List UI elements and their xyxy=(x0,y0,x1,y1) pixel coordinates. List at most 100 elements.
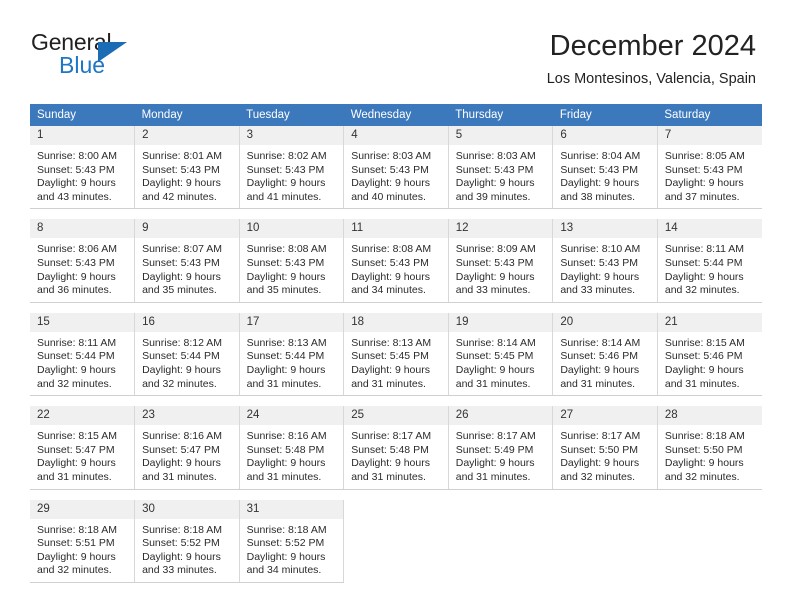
day-cell[interactable]: 15 Sunrise: 8:11 AM Sunset: 5:44 PM Dayligh… xyxy=(30,312,136,397)
day-cell[interactable]: 9 Sunrise: 8:07 AM Sunset: 5:43 PM Daylight… xyxy=(134,219,240,303)
sunset-text: Sunset: 5:44 PM xyxy=(664,256,743,269)
sunset-text: Sunset: 5:44 PM xyxy=(246,350,325,363)
day-cell[interactable]: 2 Sunrise: 8:01 AM Sunset: 5:43 PM Daylight… xyxy=(134,126,240,210)
day-cell[interactable]: 7 Sunrise: 8:05 AM Sunset: 5:43 PM Daylight… xyxy=(656,126,762,210)
sunset-text: Sunset: 5:51 PM xyxy=(37,537,115,550)
sunrise-text: Sunrise: 8:03 AM xyxy=(351,150,432,162)
day-cell[interactable]: 30 Sunrise: 8:18 AM Sunset: 5:52 PM Dayligh… xyxy=(134,499,240,583)
sunrise-text: Sunrise: 8:14 AM xyxy=(560,336,641,349)
daylight-text-line1: Daylight: 9 hours xyxy=(37,550,116,563)
day-info: Sunrise: 8:02 AM Sunset: 5:43 PM Daylight:… xyxy=(240,146,344,208)
day-number: 28 xyxy=(657,406,762,427)
day-cell[interactable]: 5 Sunrise: 8:03 AM Sunset: 5:43 PM Daylight… xyxy=(447,126,554,210)
day-cell[interactable]: 29 Sunrise: 8:18 AM Sunset: 5:51 PM Dayligh… xyxy=(30,499,136,583)
sunrise-text: Sunrise: 8:11 AM xyxy=(37,336,117,349)
day-info: Sunrise: 8:12 AM Sunset: 5:44 PM Daylight:… xyxy=(135,333,239,395)
day-cell[interactable]: 14 Sunrise: 8:11 AM Sunset: 5:44 PM Dayligh… xyxy=(656,219,762,303)
daylight-text-line2: and 31 minutes. xyxy=(664,377,740,390)
day-info: Sunrise: 8:17 AM Sunset: 5:49 PM Daylight:… xyxy=(449,426,553,488)
week-spacer-cell xyxy=(30,208,762,220)
week-spacer-cell xyxy=(30,302,762,313)
day-cell[interactable]: 3 Sunrise: 8:02 AM Sunset: 5:43 PM Daylight… xyxy=(238,126,345,210)
sunset-text: Sunset: 5:43 PM xyxy=(142,256,220,269)
day-cell[interactable]: 18 Sunrise: 8:13 AM Sunset: 5:45 PM Dayligh… xyxy=(343,312,449,397)
daylight-text-line2: and 32 minutes. xyxy=(142,377,217,390)
daylight-text-line1: Daylight: 9 hours xyxy=(455,457,535,470)
daylight-text-line2: and 31 minutes. xyxy=(455,470,531,483)
day-cell[interactable]: 6 Sunrise: 8:04 AM Sunset: 5:43 PM Daylight… xyxy=(552,126,658,210)
daylight-text-line1: Daylight: 9 hours xyxy=(560,363,640,376)
day-cell[interactable]: 27 Sunrise: 8:17 AM Sunset: 5:50 PM Dayligh… xyxy=(552,406,658,490)
sunset-text: Sunset: 5:47 PM xyxy=(142,443,220,456)
day-info: Sunrise: 8:18 AM Sunset: 5:52 PM Daylight:… xyxy=(135,520,239,582)
sunrise-text: Sunrise: 8:05 AM xyxy=(664,150,745,162)
day-info: Sunrise: 8:13 AM Sunset: 5:45 PM Daylight:… xyxy=(344,333,448,395)
day-cell[interactable]: 20 Sunrise: 8:14 AM Sunset: 5:46 PM Dayligh… xyxy=(552,312,658,397)
daylight-text-line1: Daylight: 9 hours xyxy=(560,457,640,470)
daylight-text-line1: Daylight: 9 hours xyxy=(351,457,430,470)
day-cell[interactable]: 19 Sunrise: 8:14 AM Sunset: 5:45 PM Dayligh… xyxy=(447,312,554,397)
sunset-text: Sunset: 5:43 PM xyxy=(351,256,429,269)
calendar-table: Sunday Monday Tuesday Wednesday Thursday Frid… xyxy=(30,104,762,583)
sunrise-text: Sunrise: 8:15 AM xyxy=(664,336,745,349)
day-cell-empty xyxy=(552,499,658,583)
sunset-text: Sunset: 5:45 PM xyxy=(455,350,534,363)
day-cell[interactable]: 21 Sunrise: 8:15 AM Sunset: 5:46 PM Dayligh… xyxy=(656,312,762,397)
day-number: 26 xyxy=(448,406,553,427)
sunset-text: Sunset: 5:43 PM xyxy=(246,163,325,176)
sunset-text: Sunset: 5:46 PM xyxy=(664,350,743,363)
sunset-text: Sunset: 5:43 PM xyxy=(560,163,638,176)
day-cell[interactable]: 17 Sunrise: 8:13 AM Sunset: 5:44 PM Dayligh… xyxy=(238,312,345,397)
day-info: Sunrise: 8:14 AM Sunset: 5:46 PM Daylight:… xyxy=(553,333,657,395)
daylight-text-line2: and 43 minutes. xyxy=(37,190,112,203)
day-number: 4 xyxy=(344,126,448,146)
day-number: 12 xyxy=(448,219,553,240)
day-cell[interactable]: 31 Sunrise: 8:18 AM Sunset: 5:52 PM Dayligh… xyxy=(238,499,345,583)
day-cell[interactable]: 25 Sunrise: 8:17 AM Sunset: 5:48 PM Dayligh… xyxy=(343,406,449,490)
calendar-header-row: Sunday Monday Tuesday Wednesday Thursday Frid… xyxy=(30,104,762,126)
day-cell-empty xyxy=(657,499,762,583)
day-cell[interactable]: 4 Sunrise: 8:03 AM Sunset: 5:43 PM Daylight… xyxy=(343,126,449,210)
day-cell[interactable]: 8 Sunrise: 8:06 AM Sunset: 5:43 PM Daylight… xyxy=(30,219,136,303)
day-cell[interactable]: 26 Sunrise: 8:17 AM Sunset: 5:49 PM Dayligh… xyxy=(447,406,554,490)
sunset-text: Sunset: 5:43 PM xyxy=(37,163,115,176)
day-cell[interactable]: 24 Sunrise: 8:16 AM Sunset: 5:48 PM Dayligh… xyxy=(238,406,345,490)
day-cell[interactable]: 28 Sunrise: 8:18 AM Sunset: 5:50 PM Dayligh… xyxy=(656,406,762,490)
sunset-text: Sunset: 5:50 PM xyxy=(664,443,743,456)
calendar-body: 1 Sunrise: 8:00 AM Sunset: 5:43 PM Daylight… xyxy=(30,126,762,583)
daylight-text-line1: Daylight: 9 hours xyxy=(37,363,116,376)
daylight-text-line2: and 31 minutes. xyxy=(142,470,217,483)
sunrise-text: Sunrise: 8:00 AM xyxy=(37,150,117,162)
week-spacer xyxy=(30,208,762,220)
day-cell[interactable]: 11 Sunrise: 8:08 AM Sunset: 5:43 PM Dayligh… xyxy=(343,219,449,303)
daylight-text-line2: and 32 minutes. xyxy=(664,284,740,297)
day-cell[interactable]: 16 Sunrise: 8:12 AM Sunset: 5:44 PM Dayligh… xyxy=(134,312,240,397)
page-title: December 2024 xyxy=(549,30,756,62)
day-number: 25 xyxy=(344,406,448,427)
week-spacer xyxy=(30,395,762,407)
day-info: Sunrise: 8:17 AM Sunset: 5:50 PM Daylight:… xyxy=(553,426,657,488)
day-cell[interactable]: 1 Sunrise: 8:00 AM Sunset: 5:43 PM Daylight… xyxy=(30,126,136,210)
day-cell[interactable]: 10 Sunrise: 8:08 AM Sunset: 5:43 PM Dayligh… xyxy=(238,219,345,303)
daylight-text-line1: Daylight: 9 hours xyxy=(664,457,744,470)
day-cell[interactable]: 13 Sunrise: 8:10 AM Sunset: 5:43 PM Dayligh… xyxy=(552,219,658,303)
day-cell[interactable]: 12 Sunrise: 8:09 AM Sunset: 5:43 PM Dayligh… xyxy=(447,219,554,303)
day-info: Sunrise: 8:18 AM Sunset: 5:51 PM Daylight:… xyxy=(30,520,134,582)
sunrise-text: Sunrise: 8:03 AM xyxy=(455,150,536,162)
general-blue-logo[interactable]: General Blue xyxy=(31,31,161,83)
day-cell[interactable]: 23 Sunrise: 8:16 AM Sunset: 5:47 PM Dayligh… xyxy=(134,406,240,490)
sunset-text: Sunset: 5:48 PM xyxy=(351,443,429,456)
weekday-header-sunday: Sunday xyxy=(30,104,135,126)
day-number: 9 xyxy=(135,219,239,240)
day-number: 5 xyxy=(448,126,553,146)
sunset-text: Sunset: 5:49 PM xyxy=(455,443,534,456)
day-info: Sunrise: 8:15 AM Sunset: 5:46 PM Daylight:… xyxy=(658,333,762,395)
sunrise-text: Sunrise: 8:18 AM xyxy=(142,523,223,536)
day-info: Sunrise: 8:08 AM Sunset: 5:43 PM Daylight:… xyxy=(240,239,344,301)
day-info: Sunrise: 8:11 AM Sunset: 5:44 PM Daylight:… xyxy=(30,333,134,395)
sunrise-text: Sunrise: 8:08 AM xyxy=(351,243,432,256)
day-info: Sunrise: 8:18 AM Sunset: 5:50 PM Daylight:… xyxy=(658,426,762,488)
day-number: 13 xyxy=(553,219,657,240)
daylight-text-line2: and 39 minutes. xyxy=(455,190,531,203)
day-cell[interactable]: 22 Sunrise: 8:15 AM Sunset: 5:47 PM Dayligh… xyxy=(30,406,136,490)
